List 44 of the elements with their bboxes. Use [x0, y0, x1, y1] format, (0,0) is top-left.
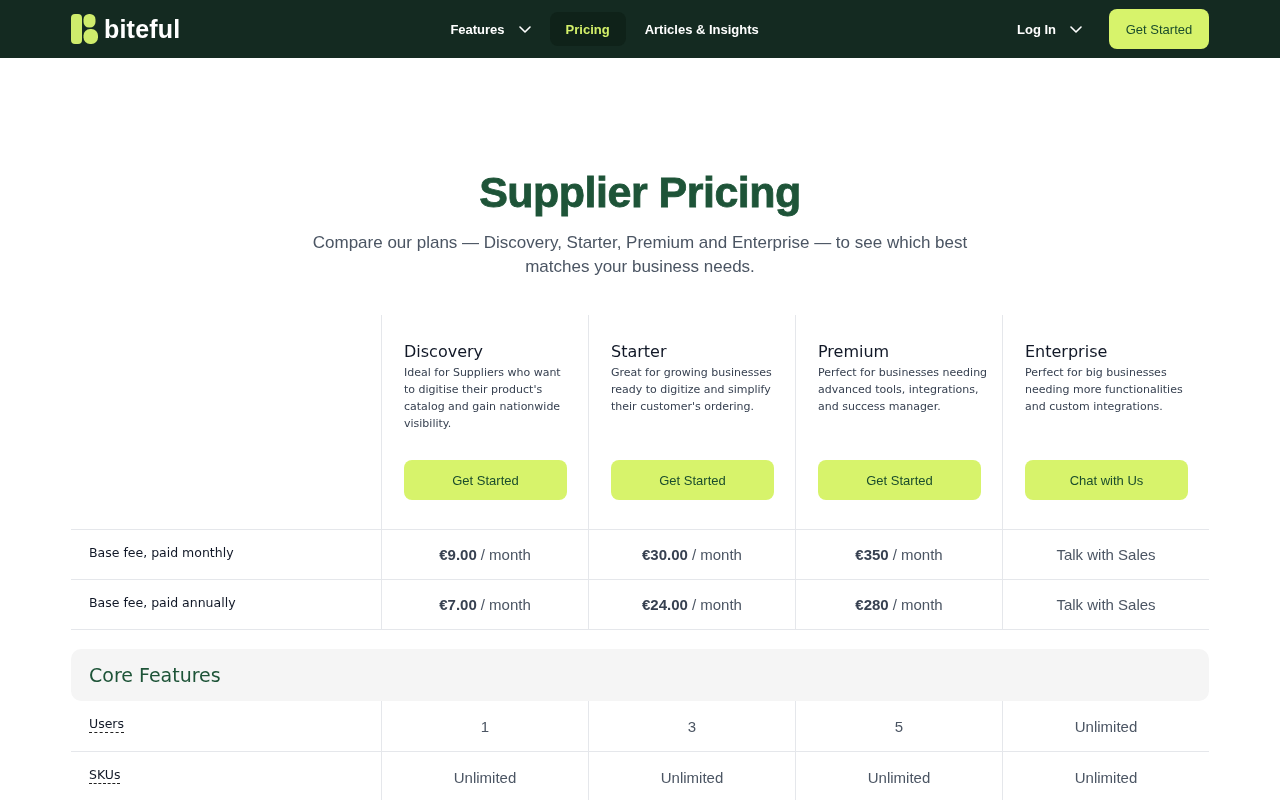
row-label: Base fee, paid monthly: [89, 545, 234, 560]
table-cell: 1: [381, 701, 588, 752]
section-header: Core Features: [71, 649, 1209, 701]
table-cell: €30.00 / month: [588, 530, 795, 580]
nav-link[interactable]: Pricing: [549, 12, 626, 46]
table-cell: €9.00 / month: [381, 530, 588, 580]
table-cell: €280 / month: [795, 580, 1002, 630]
page-title: Supplier Pricing: [478, 167, 802, 218]
login-menu-button[interactable]: Log In: [1001, 12, 1098, 46]
table-cell: 3: [588, 701, 795, 752]
home-logo-link[interactable]: biteful: [71, 14, 181, 44]
plan-name: Starter: [611, 342, 667, 362]
table-cell: Unlimited: [381, 752, 588, 800]
table-cell: Talk with Sales: [1002, 580, 1209, 630]
table-cell: Unlimited: [588, 752, 795, 800]
caret-icon: [1070, 25, 1082, 33]
plan-name: Discovery: [404, 342, 484, 362]
plan-description: Perfect for businesses needing advanced tools, integrations, and success manager.: [818, 365, 989, 415]
get-started-button[interactable]: Get Started: [1109, 9, 1209, 49]
row-label[interactable]: Users: [89, 715, 124, 733]
table-cell: €24.00 / month: [588, 580, 795, 630]
plan-description: Ideal for Suppliers who want to digitise their product's catalog and gain nationwide visibility.: [404, 365, 562, 432]
table-cell: 5: [795, 701, 1002, 752]
page-subtitle: Compare our plans — Discovery, Starter, Premium and Enterprise — to see which best matches your business needs.: [311, 232, 969, 278]
caret-icon: [518, 25, 531, 33]
plan-description: Great for growing businesses ready to digitize and simplify their customer's ordering.: [611, 365, 773, 415]
nav-link[interactable]: Articles & Insights: [628, 12, 775, 46]
plan-name: Premium: [818, 342, 890, 362]
logo-icon: [71, 14, 98, 44]
table-cell: Talk with Sales: [1002, 530, 1209, 580]
plan-name: Enterprise: [1025, 342, 1108, 362]
table-cell: €7.00 / month: [381, 580, 588, 630]
nav-link[interactable]: Features: [434, 12, 547, 46]
plan-cta-button[interactable]: Chat with Us: [1025, 460, 1188, 500]
table-cell: €350 / month: [795, 530, 1002, 580]
table-cell: Unlimited: [1002, 701, 1209, 752]
plan-cta-button[interactable]: Get Started: [404, 460, 567, 500]
plan-cta-button[interactable]: Get Started: [611, 460, 774, 500]
row-label[interactable]: SKUs: [89, 766, 121, 784]
plan-cta-button[interactable]: Get Started: [818, 460, 981, 500]
table-cell: Unlimited: [795, 752, 1002, 800]
table-cell: Unlimited: [1002, 752, 1209, 800]
row-label: Base fee, paid annually: [89, 595, 236, 610]
plan-description: Perfect for big businesses needing more functionalities and custom integrations.: [1025, 365, 1184, 415]
